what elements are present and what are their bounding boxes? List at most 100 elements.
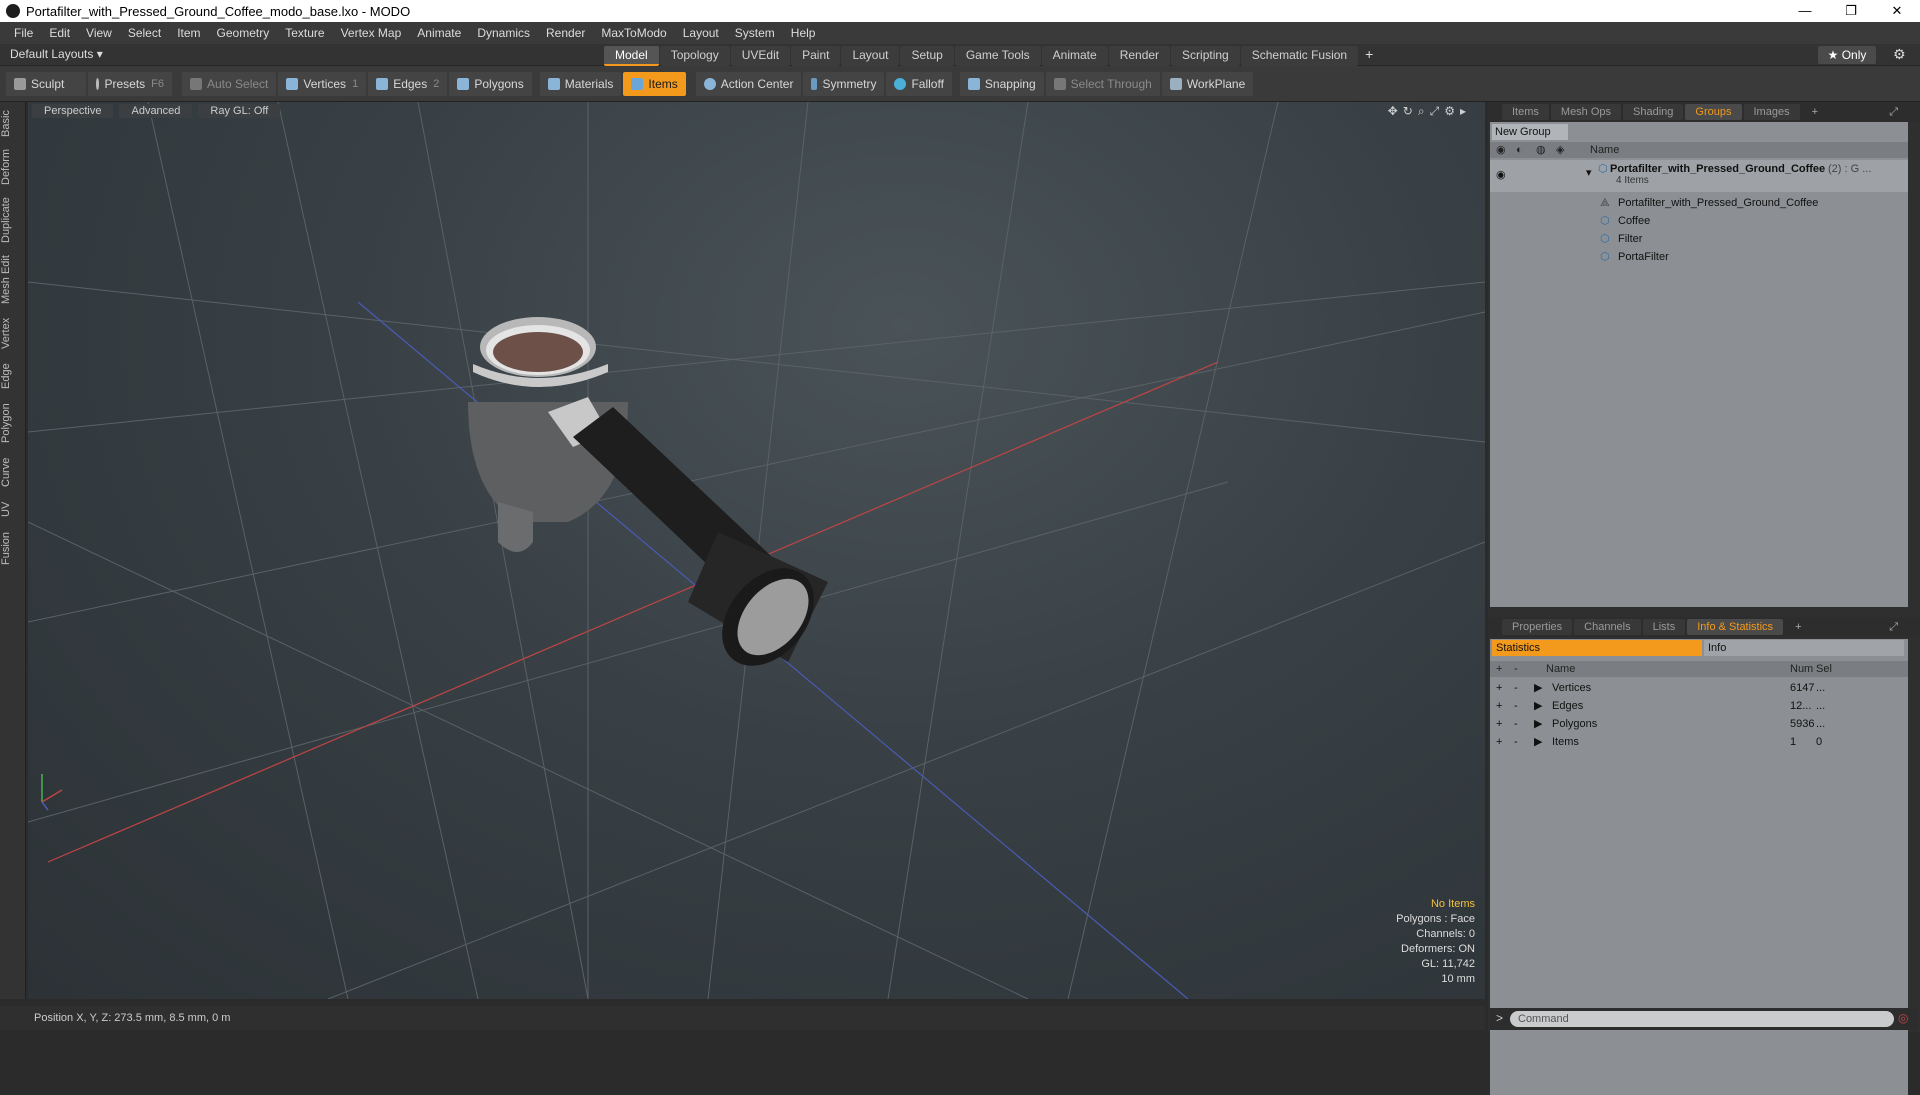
group-child-row[interactable]: ⟁ Portafilter_with_Pressed_Ground_Coffee bbox=[1490, 194, 1908, 212]
tab-vertex[interactable]: Vertex bbox=[0, 312, 26, 354]
tab-images[interactable]: Images bbox=[1743, 104, 1800, 120]
minimize-icon[interactable]: — bbox=[1782, 0, 1828, 22]
falloff-button[interactable]: Falloff bbox=[886, 71, 952, 96]
tab-uv[interactable]: UV bbox=[0, 496, 26, 522]
menu-render[interactable]: Render bbox=[538, 26, 593, 40]
tab-setup[interactable]: Setup bbox=[900, 46, 954, 66]
remove-icon[interactable]: - bbox=[1514, 697, 1518, 715]
remove-icon[interactable]: - bbox=[1514, 715, 1518, 733]
expand-panel-icon[interactable]: ⤢ bbox=[1879, 104, 1908, 121]
presets-button[interactable]: Presets F6 bbox=[88, 71, 172, 96]
expand-all-icon[interactable]: + bbox=[1496, 661, 1502, 677]
group-child-row[interactable]: ⬡ Coffee bbox=[1490, 212, 1908, 230]
menu-texture[interactable]: Texture bbox=[277, 26, 332, 40]
stat-row-edges[interactable]: + - ▶ Edges 12... ... bbox=[1490, 697, 1908, 715]
remove-icon[interactable]: - bbox=[1514, 679, 1518, 697]
action-center-button[interactable]: Action Center bbox=[695, 71, 802, 96]
tab-animate[interactable]: Animate bbox=[1041, 46, 1108, 66]
tab-basic[interactable]: Basic bbox=[0, 106, 26, 142]
expand-icon[interactable]: ▶ bbox=[1534, 715, 1542, 733]
menu-maxtomodo[interactable]: MaxToModo bbox=[593, 26, 674, 40]
stat-row-vertices[interactable]: + - ▶ Vertices 6147 ... bbox=[1490, 679, 1908, 697]
shading-dropdown[interactable]: Advanced bbox=[119, 104, 193, 118]
maximize-icon[interactable]: ❐ bbox=[1828, 0, 1874, 22]
menu-dynamics[interactable]: Dynamics bbox=[469, 26, 538, 40]
menu-layout[interactable]: Layout bbox=[675, 26, 727, 40]
add-icon[interactable]: + bbox=[1496, 715, 1502, 733]
tab-deform[interactable]: Deform bbox=[0, 144, 26, 190]
tab-mesh-ops[interactable]: Mesh Ops bbox=[1550, 104, 1622, 120]
expand-icon[interactable]: ▶ bbox=[1534, 697, 1542, 715]
polygons-button[interactable]: Polygons bbox=[449, 71, 532, 96]
zoom-icon[interactable]: ⌕ bbox=[1418, 104, 1430, 118]
add-icon[interactable]: + bbox=[1496, 697, 1502, 715]
raygl-toggle[interactable]: Ray GL: Off bbox=[198, 104, 281, 118]
tab-model[interactable]: Model bbox=[604, 46, 659, 66]
items-button[interactable]: Items bbox=[623, 71, 686, 96]
group-expand-icon[interactable]: ▾ bbox=[1586, 164, 1592, 182]
workplane-button[interactable]: WorkPlane bbox=[1161, 71, 1254, 96]
stat-row-items[interactable]: + - ▶ Items 1 0 bbox=[1490, 733, 1908, 751]
tab-curve[interactable]: Curve bbox=[0, 452, 26, 492]
menu-system[interactable]: System bbox=[727, 26, 783, 40]
select-through-button[interactable]: Select Through bbox=[1045, 71, 1160, 96]
tab-layout[interactable]: Layout bbox=[841, 46, 900, 66]
tab-groups[interactable]: Groups bbox=[1685, 104, 1742, 120]
perspective-dropdown[interactable]: Perspective bbox=[32, 104, 114, 118]
group-row-root[interactable]: ◉ ▾ ⬡ Portafilter_with_Pressed_Ground_Co… bbox=[1490, 160, 1908, 192]
menu-help[interactable]: Help bbox=[783, 26, 824, 40]
add-tab-icon[interactable]: + bbox=[1359, 46, 1379, 66]
tab-mesh-edit[interactable]: Mesh Edit bbox=[0, 252, 26, 308]
tab-schematic-fusion[interactable]: Schematic Fusion bbox=[1240, 46, 1359, 66]
tab-duplicate[interactable]: Duplicate bbox=[0, 192, 26, 248]
record-icon[interactable]: ◎ bbox=[1898, 1011, 1908, 1025]
expand-icon[interactable]: ▶ bbox=[1534, 679, 1542, 697]
fit-icon[interactable]: ⤢ bbox=[1430, 104, 1445, 118]
command-input[interactable]: Command bbox=[1510, 1011, 1894, 1027]
only-button[interactable]: ★ Only bbox=[1818, 46, 1876, 64]
tab-render[interactable]: Render bbox=[1108, 46, 1171, 66]
menu-edit[interactable]: Edit bbox=[41, 26, 78, 40]
menu-item[interactable]: Item bbox=[169, 26, 208, 40]
tab-paint[interactable]: Paint bbox=[791, 46, 841, 66]
new-group-button[interactable]: New Group bbox=[1492, 124, 1568, 140]
tab-polygon[interactable]: Polygon bbox=[0, 398, 26, 448]
tab-fusion[interactable]: Fusion bbox=[0, 526, 26, 570]
tab-uvedit[interactable]: UVEdit bbox=[730, 46, 791, 66]
collapse-all-icon[interactable]: - bbox=[1514, 661, 1518, 677]
tab-channels[interactable]: Channels bbox=[1574, 619, 1641, 635]
tab-statistics[interactable]: Statistics bbox=[1492, 640, 1702, 656]
play-icon[interactable]: ▸ bbox=[1460, 104, 1471, 118]
3d-viewport[interactable]: Perspective Advanced Ray GL: Off ✥↻⌕⤢⚙▸ … bbox=[28, 102, 1485, 999]
tab-edge[interactable]: Edge bbox=[0, 358, 26, 394]
vertices-button[interactable]: Vertices 1 bbox=[278, 71, 367, 96]
add-panel-tab-icon[interactable]: + bbox=[1802, 104, 1828, 120]
expand-panel-icon[interactable]: ⤢ bbox=[1879, 619, 1908, 636]
add-icon[interactable]: + bbox=[1496, 679, 1502, 697]
tab-items[interactable]: Items bbox=[1502, 104, 1549, 120]
tab-info-statistics[interactable]: Info & Statistics bbox=[1687, 619, 1784, 635]
snapping-button[interactable]: Snapping bbox=[959, 71, 1044, 96]
materials-button[interactable]: Materials bbox=[539, 71, 622, 96]
expand-icon[interactable]: ▶ bbox=[1534, 733, 1542, 751]
group-visibility-toggle[interactable]: ◉ bbox=[1496, 166, 1506, 184]
tab-lists[interactable]: Lists bbox=[1642, 619, 1686, 635]
gear-icon[interactable]: ⚙ bbox=[1893, 46, 1906, 63]
add-panel-tab-icon[interactable]: + bbox=[1785, 619, 1811, 635]
group-child-row[interactable]: ⬡ Filter bbox=[1490, 230, 1908, 248]
symmetry-button[interactable]: Symmetry bbox=[803, 71, 885, 96]
menu-file[interactable]: File bbox=[6, 26, 41, 40]
menu-view[interactable]: View bbox=[78, 26, 120, 40]
menu-geometry[interactable]: Geometry bbox=[209, 26, 278, 40]
stat-row-polygons[interactable]: + - ▶ Polygons 5936 ... bbox=[1490, 715, 1908, 733]
close-icon[interactable]: ✕ bbox=[1874, 0, 1920, 22]
rotate-icon[interactable]: ↻ bbox=[1403, 104, 1418, 118]
remove-icon[interactable]: - bbox=[1514, 733, 1518, 751]
tab-topology[interactable]: Topology bbox=[659, 46, 730, 66]
tab-game-tools[interactable]: Game Tools bbox=[954, 46, 1041, 66]
auto-select-button[interactable]: Auto Select bbox=[182, 71, 277, 96]
sculpt-button[interactable]: Sculpt bbox=[6, 71, 86, 96]
group-child-row[interactable]: ⬡ PortaFilter bbox=[1490, 248, 1908, 266]
tab-shading[interactable]: Shading bbox=[1623, 104, 1684, 120]
edges-button[interactable]: Edges 2 bbox=[368, 71, 448, 96]
